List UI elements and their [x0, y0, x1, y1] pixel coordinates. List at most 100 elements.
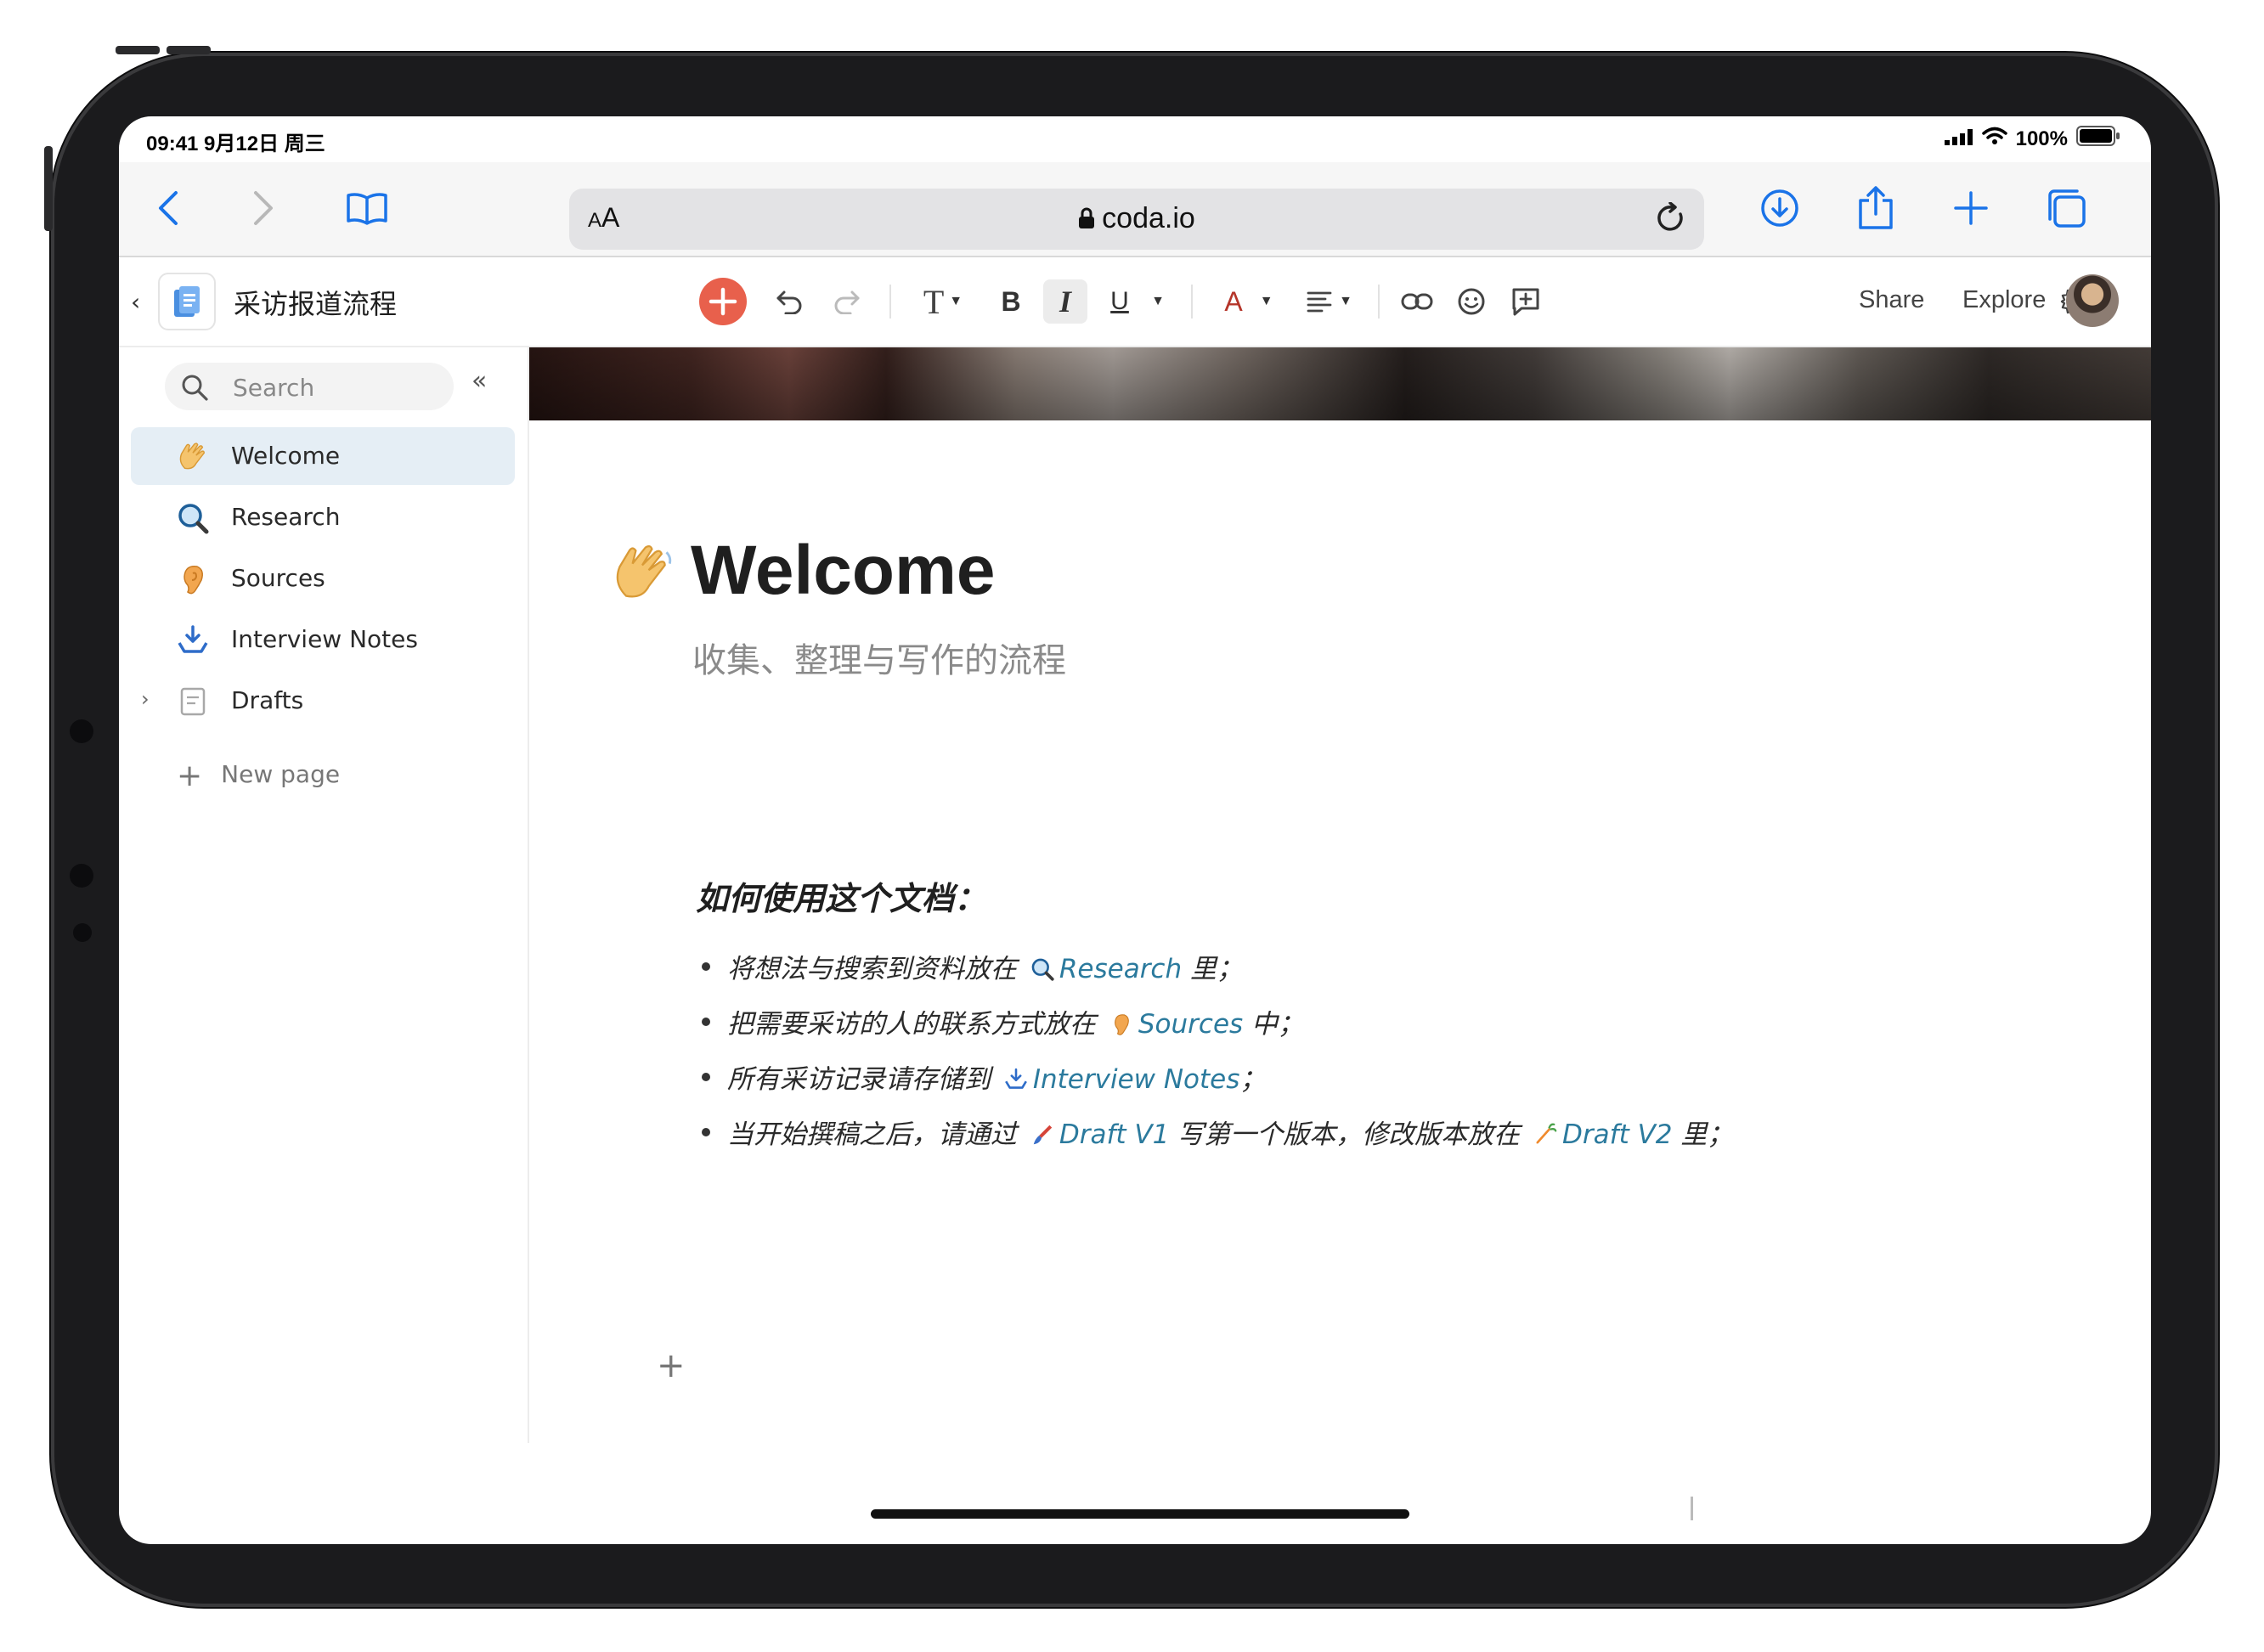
back-button[interactable]: [143, 183, 194, 234]
draft-v2-link[interactable]: Draft V2: [1562, 1119, 1672, 1150]
reload-icon[interactable]: [1657, 201, 1687, 238]
new-page-label: New page: [221, 760, 341, 788]
chevron-left-icon: [159, 191, 178, 225]
text-color-button[interactable]: A ▼: [1215, 279, 1283, 324]
volume-button: [116, 46, 160, 54]
emoji-button[interactable]: [1453, 279, 1490, 324]
sidebar-item-drafts[interactable]: › Drafts: [131, 672, 515, 730]
cover-image: [529, 347, 2151, 420]
waving-hand-icon: [177, 441, 209, 473]
interview-notes-link[interactable]: Interview Notes: [1033, 1064, 1240, 1095]
redo-icon: [834, 290, 860, 314]
bullet-text: 当开始撰稿之后，请通过: [727, 1119, 1025, 1150]
toolbar-divider: [1378, 285, 1380, 319]
doc-back-button[interactable]: ‹: [131, 288, 140, 316]
caret-down-icon: ▼: [949, 294, 963, 308]
magnifier-icon: [177, 502, 209, 534]
bold-icon: B: [1001, 285, 1021, 317]
user-avatar[interactable]: [2066, 274, 2119, 327]
waving-hand-icon[interactable]: [610, 541, 675, 609]
battery-percent: 100%: [2015, 127, 2068, 150]
underline-icon: U: [1110, 287, 1129, 315]
sidebar: Search « Welcome Research Sources Interv…: [119, 347, 529, 1443]
align-button[interactable]: ▼: [1300, 279, 1359, 324]
status-time: 09:41 9月12日 周三: [146, 132, 325, 155]
sidebar-item-research[interactable]: Research: [131, 488, 515, 546]
list-item[interactable]: 当开始撰稿之后，请通过 Draft V1 写第一个版本，修改版本放在 Draft…: [695, 1113, 1733, 1168]
comment-button[interactable]: [1507, 279, 1544, 324]
bookmarks-button[interactable]: [342, 183, 392, 234]
chevron-right-icon: [254, 191, 273, 225]
book-icon: [347, 193, 387, 225]
smiley-icon: [1458, 288, 1485, 315]
search-placeholder: Search: [233, 374, 315, 402]
undo-button[interactable]: [773, 279, 807, 324]
lock-icon: [1079, 207, 1095, 228]
chevron-right-icon[interactable]: ›: [141, 687, 150, 711]
sidebar-item-sources[interactable]: Sources: [131, 550, 515, 607]
new-tab-button[interactable]: [1945, 183, 1996, 234]
safari-toolbar: AA coda.io: [119, 162, 2151, 257]
draft-v1-link[interactable]: Draft V1: [1059, 1119, 1169, 1150]
sidebar-item-welcome[interactable]: Welcome: [131, 427, 515, 485]
plus-icon: +: [177, 758, 203, 793]
list-item[interactable]: 把需要采访的人的联系方式放在 Sources 中；: [695, 1002, 1733, 1057]
sidebar-item-label: Interview Notes: [231, 625, 418, 653]
share-button[interactable]: Share: [1859, 286, 1924, 314]
new-page-button[interactable]: + New page: [177, 758, 340, 793]
home-indicator[interactable]: [871, 1509, 1409, 1519]
page-icon: [177, 685, 209, 718]
add-block-button[interactable]: +: [657, 1346, 686, 1385]
format-more-dropdown[interactable]: ▼: [1145, 279, 1171, 324]
section-heading[interactable]: 如何使用这个文档：: [696, 872, 986, 919]
screen: 09:41 9月12日 周三 100% AA coda.io ‹ 采访报道流程 …: [119, 116, 2151, 1544]
power-button: [44, 146, 53, 231]
carrot-icon: [1536, 1123, 1557, 1144]
doc-icon-button[interactable]: [158, 273, 216, 330]
ipad-frame: 09:41 9月12日 周三 100% AA coda.io ‹ 采访报道流程 …: [44, 46, 2218, 1607]
sidebar-item-interview-notes[interactable]: Interview Notes: [131, 611, 515, 668]
battery-icon: [2076, 126, 2120, 152]
paintbrush-icon: [1033, 1125, 1053, 1145]
collapse-sidebar-button[interactable]: «: [471, 366, 487, 396]
page-subtitle[interactable]: 收集、整理与写作的流程: [692, 633, 1066, 682]
search-icon: [180, 373, 209, 405]
camera-dot: [73, 923, 92, 942]
text-style-icon: T: [923, 282, 945, 321]
caret-down-icon: ▼: [1151, 294, 1165, 308]
usage-list: 将想法与搜索到资料放在 Research 里； 把需要采访的人的联系方式放在 S…: [695, 947, 1733, 1168]
ear-icon: [177, 563, 209, 595]
url-text: coda.io: [1102, 202, 1195, 234]
bullet-text: 把需要采访的人的联系方式放在: [727, 1009, 1104, 1040]
forward-button[interactable]: [238, 183, 289, 234]
downloads-button[interactable]: [1754, 183, 1805, 234]
page-title[interactable]: Welcome: [691, 531, 996, 611]
inbox-icon: [1004, 1068, 1027, 1089]
list-item[interactable]: 将想法与搜索到资料放在 Research 里；: [695, 947, 1733, 1002]
sidebar-item-label: Research: [231, 503, 341, 531]
url-host: coda.io: [569, 202, 1704, 235]
toolbar-divider: [889, 285, 891, 319]
wifi-icon: [1981, 127, 2007, 151]
share-sheet-button[interactable]: [1850, 183, 1901, 234]
redo-button[interactable]: [829, 279, 863, 324]
explore-button[interactable]: Explore: [1962, 286, 2046, 314]
plus-icon: [1954, 191, 1988, 225]
sources-link[interactable]: Sources: [1138, 1009, 1243, 1040]
address-bar[interactable]: AA coda.io: [569, 189, 1704, 250]
signal-icon: [1944, 127, 1973, 151]
list-item[interactable]: 所有采访记录请存储到 Interview Notes；: [695, 1057, 1733, 1113]
research-link[interactable]: Research: [1059, 954, 1182, 984]
underline-button[interactable]: U: [1103, 279, 1137, 324]
bullet-text: 中；: [1243, 1009, 1305, 1040]
link-button[interactable]: [1398, 279, 1436, 324]
insert-button[interactable]: [698, 278, 748, 325]
scrollbar[interactable]: [1691, 1497, 1693, 1520]
caret-down-icon: ▼: [1259, 294, 1273, 308]
doc-title[interactable]: 采访报道流程: [234, 283, 397, 322]
text-style-button[interactable]: T ▼: [913, 279, 973, 324]
tabs-button[interactable]: [2041, 183, 2092, 234]
italic-button[interactable]: I: [1043, 279, 1087, 324]
search-input[interactable]: Search: [165, 363, 454, 410]
bold-button[interactable]: B: [994, 279, 1028, 324]
